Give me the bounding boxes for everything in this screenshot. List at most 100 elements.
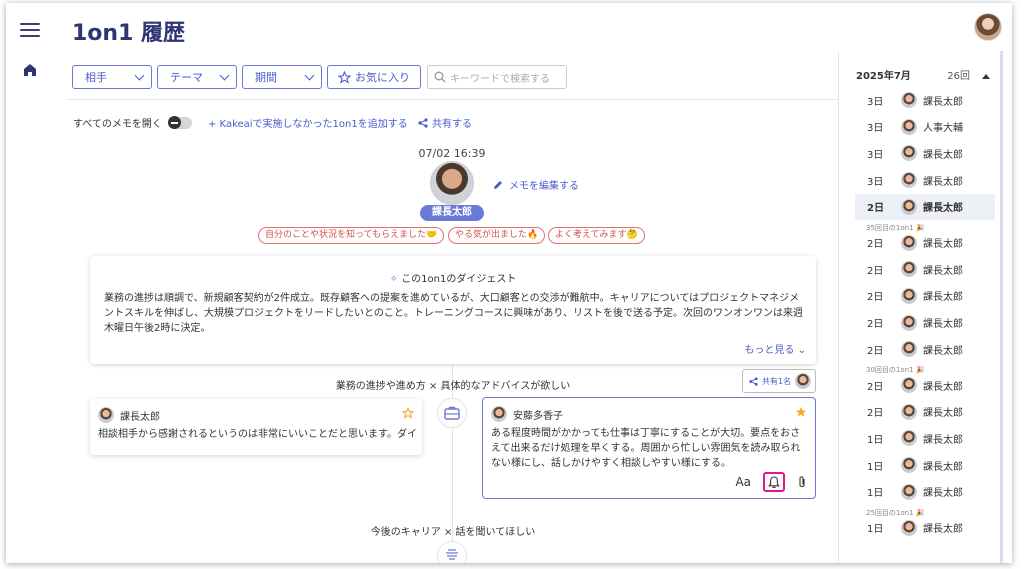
filter-partner-label: 相手: [85, 71, 107, 84]
history-partner-name: 課長太郎: [923, 461, 963, 473]
history-item[interactable]: 1日 課長太郎: [855, 479, 995, 505]
history-item[interactable]: 1日 課長太郎: [855, 515, 995, 541]
history-item[interactable]: 2日 課長太郎: [855, 336, 995, 362]
partner-avatar: [901, 314, 917, 331]
filter-favorites-label: お気に入り: [355, 71, 410, 84]
pencil-icon: [493, 180, 503, 190]
history-day: 1日: [867, 524, 884, 535]
history-day: 1日: [867, 461, 884, 473]
history-day: 3日: [867, 149, 884, 161]
filter-theme[interactable]: テーマ: [157, 65, 237, 89]
history-item[interactable]: 2日 課長太郎: [855, 193, 995, 220]
history-partner-name: 課長太郎: [923, 265, 963, 277]
sparkle-icon: ✧: [389, 274, 402, 285]
history-partner-name: 課長太郎: [923, 381, 963, 393]
partner-avatar: [901, 430, 917, 447]
shared-count-label: 共有1名: [762, 376, 792, 386]
digest-title-text: この1on1のダイジェスト: [401, 274, 517, 285]
history-day: 2日: [867, 381, 884, 393]
home-icon[interactable]: [23, 63, 37, 77]
history-day: 1日: [867, 434, 884, 446]
history-day: 3日: [867, 96, 884, 108]
history-day: 2日: [867, 292, 884, 304]
history-item[interactable]: 1日 課長太郎: [855, 452, 995, 478]
note-text: ある程度時間がかかっても仕事は丁寧にすることが大切。要点をおさえて出来るだけ処理…: [491, 428, 801, 469]
show-more-link[interactable]: もっと見る ⌄: [744, 341, 806, 356]
partner-avatar: [901, 457, 917, 474]
share-link[interactable]: 共有する: [418, 115, 472, 130]
digest-title: ✧ この1on1のダイジェスト: [90, 270, 816, 285]
history-item[interactable]: 2日 課長太郎: [855, 256, 995, 282]
chevron-down-icon: [134, 70, 145, 81]
history-item[interactable]: 2日 課長太郎: [855, 230, 995, 256]
search-input[interactable]: キーワードで検索する: [427, 65, 567, 89]
note-author: 安藤多香子: [491, 406, 563, 422]
history-partner-name: 課長太郎: [923, 292, 963, 304]
add-outside-1on1-link[interactable]: + Kakeaiで実施しなかった1on1を追加する: [208, 115, 408, 130]
feedback-tag: やる気が出ました🔥: [448, 227, 546, 244]
history-partner-name: 課長太郎: [923, 319, 963, 331]
history-partner-name: 人事大輔: [923, 123, 963, 135]
history-partner-name: 課長太郎: [923, 96, 963, 108]
partner-avatar: [901, 118, 917, 135]
star-outline-icon: [338, 70, 351, 84]
history-day: 2日: [867, 319, 884, 331]
history-item[interactable]: 2日 課長太郎: [855, 372, 995, 398]
filter-favorites[interactable]: お気に入り: [327, 65, 421, 89]
search-icon: [434, 71, 446, 83]
note-author-name: 課長太郎: [120, 411, 160, 423]
history-item[interactable]: 2日 課長太郎: [855, 399, 995, 425]
history-day: 3日: [867, 123, 884, 135]
shared-with-button[interactable]: 共有1名: [742, 369, 816, 393]
filter-period[interactable]: 期間: [242, 65, 322, 89]
user-avatar[interactable]: [974, 13, 1002, 41]
career-icon: [437, 541, 467, 563]
history-item[interactable]: 2日 課長太郎: [855, 283, 995, 309]
shared-user-avatar: [795, 373, 812, 389]
manager-note[interactable]: 課長太郎 相談相手から感謝されるというのは非常にいいことだと思います。ダイ: [90, 399, 422, 455]
topic-title: 今後のキャリア × 話を聞いてほしい: [370, 527, 536, 538]
filter-partner[interactable]: 相手: [72, 65, 152, 89]
partner-avatar: [901, 403, 917, 420]
history-item[interactable]: 1日 課長太郎: [855, 425, 995, 451]
history-partner-name: 課長太郎: [923, 408, 963, 420]
history-scrollbar[interactable]: [1000, 51, 1003, 563]
filter-theme-label: テーマ: [170, 71, 203, 84]
history-partner-name: 課長太郎: [923, 203, 963, 215]
history-item[interactable]: 3日 課長太郎: [855, 87, 995, 113]
chevron-down-icon: ⌄: [797, 345, 806, 356]
partner-avatar: [430, 161, 474, 205]
partner-avatar: [901, 287, 917, 304]
history-month: 2025年7月: [856, 71, 911, 82]
history-item[interactable]: 2日 課長太郎: [855, 310, 995, 336]
topic-title: 業務の進捗や進め方 × 具体的なアドバイスが欲しい: [335, 381, 571, 392]
history-day: 2日: [867, 239, 884, 250]
history-item[interactable]: 3日 課長太郎: [855, 140, 995, 166]
feedback-tag: 自分のことや状況を知ってもらえました🤝: [258, 227, 445, 244]
history-partner-name: 課長太郎: [923, 345, 963, 357]
note-toolbar: Aa: [735, 472, 807, 492]
filter-period-label: 期間: [255, 71, 277, 84]
feedback-tag: よく考えてみます🤔: [548, 227, 645, 244]
history-item[interactable]: 3日 人事大輔: [855, 114, 995, 140]
partner-avatar: [901, 234, 917, 251]
star-outline-icon[interactable]: [402, 407, 414, 419]
history-partner-name: 課長太郎: [923, 239, 963, 250]
history-month-header[interactable]: 2025年7月 26回: [856, 67, 990, 82]
history-partner-name: 課長太郎: [923, 176, 963, 188]
bell-icon[interactable]: [763, 472, 785, 492]
partner-avatar: [901, 483, 917, 500]
open-all-memos-toggle[interactable]: [167, 115, 192, 129]
history-item[interactable]: 3日 課長太郎: [855, 167, 995, 193]
note-author: 課長太郎: [98, 407, 160, 423]
digest-card: ✧ この1on1のダイジェスト 業務の進捗は順調で、新規顧客契約が2件成立。既存…: [90, 256, 816, 364]
edit-memo-button[interactable]: メモを編集する: [493, 177, 579, 192]
truncation-fade: [90, 439, 422, 455]
text-format-button[interactable]: Aa: [735, 475, 751, 489]
author-avatar: [98, 407, 114, 423]
paperclip-icon[interactable]: [797, 475, 807, 489]
member-note[interactable]: 安藤多香子 ある程度時間がかかっても仕事は丁寧にすることが大切。要点をおさえて出…: [482, 397, 816, 499]
partner-avatar: [901, 198, 917, 215]
menu-icon[interactable]: [20, 23, 40, 37]
star-filled-icon[interactable]: [795, 406, 807, 418]
